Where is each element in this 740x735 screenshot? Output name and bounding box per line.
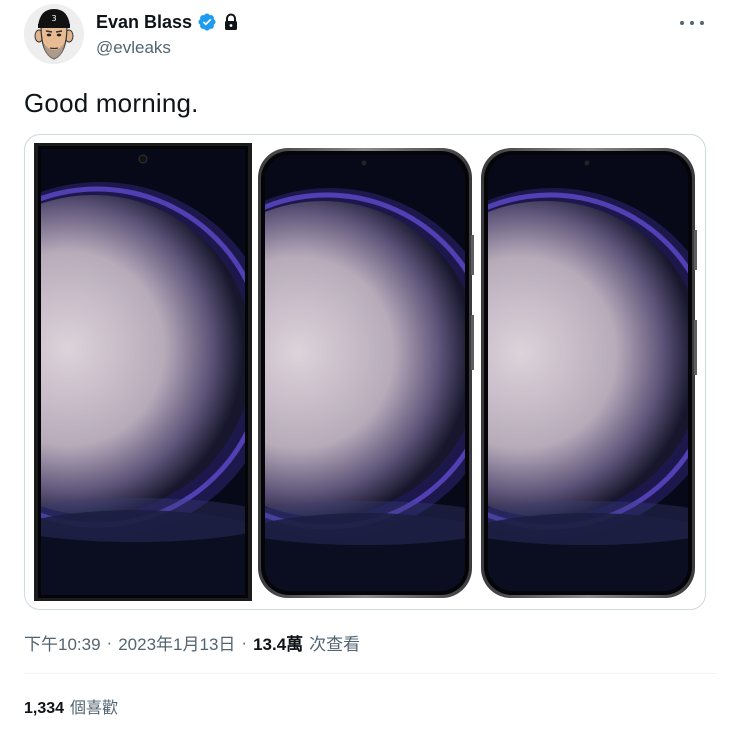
media-svg (34, 143, 697, 601)
more-dot (690, 21, 694, 25)
tweet: 3 Evan Blass @evleaks Good morning. 下午10… (0, 0, 740, 735)
meta-separator: · (106, 632, 113, 652)
svg-text:3: 3 (51, 14, 56, 23)
author-handle[interactable]: @evleaks (96, 38, 239, 58)
meta-separator: · (241, 632, 248, 652)
lock-icon (225, 13, 238, 30)
views-count[interactable]: 13.4萬 (253, 630, 303, 655)
author-block: Evan Blass @evleaks (96, 10, 239, 58)
tweet-text: Good morning. (24, 88, 199, 118)
likes-stat[interactable]: 1,334 個喜歡 (24, 694, 118, 718)
more-options-icon[interactable] (680, 14, 704, 32)
more-dot (680, 21, 684, 25)
tweet-media[interactable] (24, 134, 706, 610)
tweet-date[interactable]: 2023年1月13日 (118, 630, 235, 655)
views-label: 次查看 (309, 635, 361, 654)
more-dot (700, 21, 704, 25)
tweet-meta: 下午10:39 · 2023年1月13日 · 13.4萬 次查看 (24, 630, 360, 655)
name-row: Evan Blass (96, 10, 239, 34)
divider (24, 673, 716, 674)
tweet-time[interactable]: 下午10:39 (24, 630, 101, 655)
likes-count: 1,334 (24, 700, 65, 717)
verified-badge-icon[interactable] (197, 12, 217, 32)
likes-label: 個喜歡 (70, 700, 119, 717)
avatar[interactable]: 3 (24, 4, 84, 64)
author-name[interactable]: Evan Blass (96, 12, 192, 33)
avatar-image: 3 (24, 4, 84, 64)
